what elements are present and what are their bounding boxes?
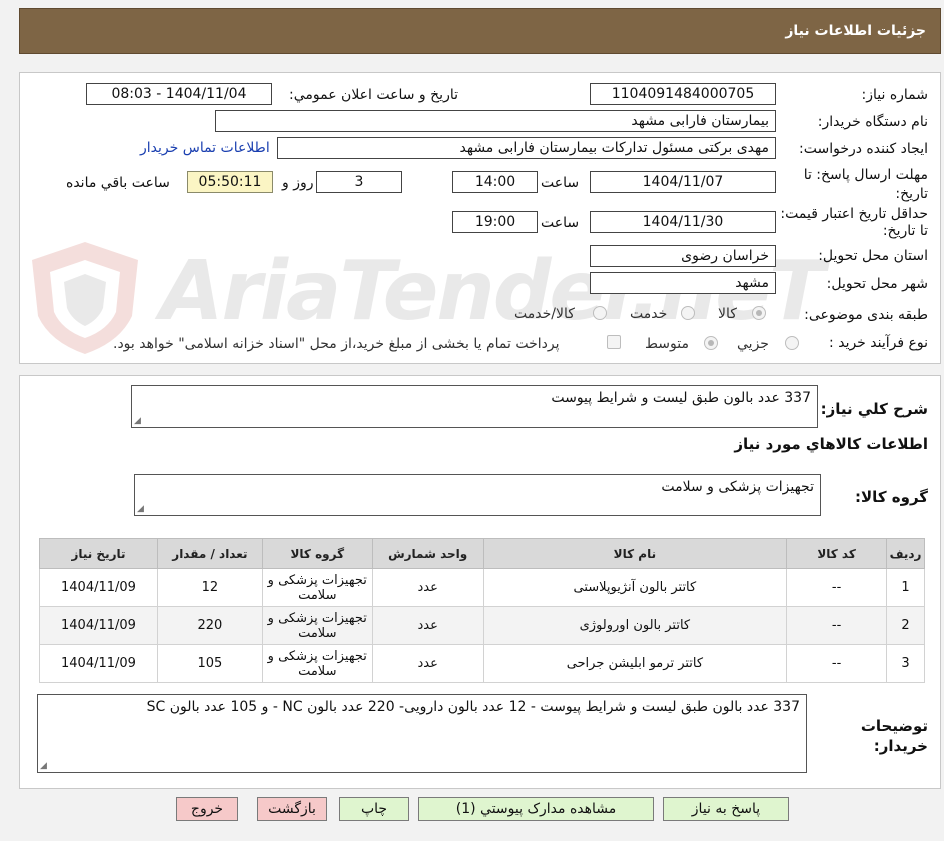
- deadline-date-field: 1404/11/07: [590, 171, 776, 193]
- province-label: استان محل تحویل:: [818, 248, 928, 264]
- cell-row-number: 2: [886, 606, 925, 645]
- view-attachments-button[interactable]: مشاهده مدارک پیوستي (1): [418, 797, 654, 821]
- print-button[interactable]: چاپ: [339, 797, 409, 821]
- validity-time-field: 19:00: [452, 211, 538, 233]
- deadline-time-label: ساعت: [541, 175, 580, 191]
- treasury-payment-checkbox[interactable]: [607, 335, 621, 349]
- reply-to-need-button[interactable]: پاسخ به نیاز: [663, 797, 789, 821]
- cell-quantity: 220: [156, 606, 263, 645]
- buyer-org-field: بیمارستان فارابی مشهد: [215, 110, 776, 132]
- column-header-quantity: تعداد / مقدار: [156, 538, 263, 569]
- cell-item-name: کاتتر ترمو ابلیشن جراحی: [482, 644, 788, 683]
- process-type-label: نوع فرآیند خرید :: [829, 335, 928, 351]
- cell-quantity: 105: [156, 644, 263, 683]
- summary-textarea[interactable]: 337 عدد بالون طبق لیست و شرایط پیوست ◢: [131, 385, 818, 428]
- validity-time-label: ساعت: [541, 215, 580, 231]
- need-number-field: 1104091484000705: [590, 83, 776, 105]
- table-row: 3 -- کاتتر ترمو ابلیشن جراحی عدد تجهیزات…: [39, 644, 925, 683]
- goods-group-textarea[interactable]: تجهیزات پزشکی و سلامت ◢: [134, 474, 821, 516]
- cell-row-number: 1: [886, 568, 925, 607]
- goods-table: ردیف کد کالا نام کالا واحد شمارش گروه کا…: [39, 538, 925, 683]
- category-radio-goods[interactable]: [752, 306, 766, 320]
- city-label: شهر محل تحویل:: [826, 276, 928, 292]
- category-option-service: خدمت: [630, 306, 668, 322]
- category-radio-service[interactable]: [681, 306, 695, 320]
- cell-item-code: --: [786, 606, 888, 645]
- process-radio-medium[interactable]: [704, 336, 718, 350]
- column-header-row-number: ردیف: [886, 538, 925, 569]
- announce-datetime-field: 1404/11/04 - 08:03: [86, 83, 272, 105]
- validity-date-field: 1404/11/30: [590, 211, 776, 233]
- process-option-medium: متوسط: [645, 336, 689, 352]
- buyer-notes-text: 337 عدد بالون طبق لیست و شرایط پیوست - 1…: [146, 699, 800, 715]
- column-header-unit: واحد شمارش: [371, 538, 484, 569]
- treasury-payment-note: پرداخت تمام یا بخشی از مبلغ خرید،از محل …: [113, 336, 560, 352]
- column-header-group: گروه کالا: [261, 538, 373, 569]
- buyer-notes-textarea[interactable]: 337 عدد بالون طبق لیست و شرایط پیوست - 1…: [37, 694, 807, 773]
- cell-item-code: --: [786, 568, 888, 607]
- cell-group: تجهیزات پزشکی و سلامت: [261, 606, 373, 645]
- cell-group: تجهیزات پزشکی و سلامت: [261, 644, 373, 683]
- goods-group-text: تجهیزات پزشکی و سلامت: [661, 479, 814, 495]
- resize-grip-icon[interactable]: ◢: [40, 761, 47, 771]
- requester-label: ایجاد کننده درخواست:: [799, 141, 928, 157]
- buyer-org-label: نام دستگاه خریدار:: [817, 114, 928, 130]
- deadline-time-field: 14:00: [452, 171, 538, 193]
- resize-grip-icon[interactable]: ◢: [134, 416, 141, 426]
- deadline-label: مهلت ارسال پاسخ: تا تاریخ:: [803, 167, 928, 202]
- buyer-notes-label: توضیحات خریدار:: [860, 717, 928, 755]
- cell-item-name: کاتتر بالون آنژیوپلاستی: [482, 568, 788, 607]
- cell-group: تجهیزات پزشکی و سلامت: [261, 568, 373, 607]
- goods-section-title: اطلاعات کالاهاي مورد نیاز: [734, 435, 928, 453]
- cell-item-code: --: [786, 644, 888, 683]
- remaining-time-field: 05:50:11: [187, 171, 273, 193]
- cell-row-number: 3: [886, 644, 925, 683]
- cell-quantity: 12: [156, 568, 263, 607]
- resize-grip-icon[interactable]: ◢: [137, 504, 144, 514]
- goods-group-label: گروه کالا:: [855, 488, 928, 506]
- cell-need-date: 1404/11/09: [39, 606, 158, 645]
- days-label: روز و: [282, 175, 314, 191]
- cell-unit: عدد: [371, 568, 484, 607]
- cell-need-date: 1404/11/09: [39, 568, 158, 607]
- page-title: جزئیات اطلاعات نیاز: [785, 23, 926, 39]
- process-radio-minor[interactable]: [785, 336, 799, 350]
- table-row: 2 -- کاتتر بالون اورولوژی عدد تجهیزات پز…: [39, 606, 925, 645]
- cell-unit: عدد: [371, 644, 484, 683]
- summary-text: 337 عدد بالون طبق لیست و شرایط پیوست: [551, 390, 811, 406]
- cell-item-name: کاتتر بالون اورولوژی: [482, 606, 788, 645]
- buyer-contact-link[interactable]: اطلاعات تماس خریدار: [140, 140, 270, 156]
- validity-label: حداقل تاریخ اعتبار قیمت: تا تاریخ:: [780, 206, 928, 239]
- requester-field: مهدی برکتی مسئول تدارکات بیمارستان فاراب…: [277, 137, 776, 159]
- back-button[interactable]: بازگشت: [257, 797, 327, 821]
- column-header-item-code: کد کالا: [786, 538, 888, 569]
- exit-button[interactable]: خروج: [176, 797, 238, 821]
- table-header-row: ردیف کد کالا نام کالا واحد شمارش گروه کا…: [39, 538, 925, 569]
- column-header-need-date: تاریخ نیاز: [39, 538, 158, 569]
- cell-need-date: 1404/11/09: [39, 644, 158, 683]
- summary-label: شرح کلي نیاز:: [820, 400, 928, 418]
- category-radio-goods-service[interactable]: [593, 306, 607, 320]
- process-option-minor: جزیي: [737, 336, 769, 352]
- category-label: طبقه بندی موضوعی:: [804, 307, 928, 323]
- province-field: خراسان رضوی: [590, 245, 776, 267]
- cell-unit: عدد: [371, 606, 484, 645]
- announce-datetime-label: تاریخ و ساعت اعلان عمومي:: [289, 87, 458, 103]
- page-header: جزئیات اطلاعات نیاز: [19, 8, 941, 54]
- need-number-label: شماره نیاز:: [861, 87, 929, 103]
- table-row: 1 -- کاتتر بالون آنژیوپلاستی عدد تجهیزات…: [39, 568, 925, 607]
- category-option-goods-service: کالا/خدمت: [514, 306, 575, 322]
- category-option-goods: کالا: [718, 306, 737, 322]
- city-field: مشهد: [590, 272, 776, 294]
- column-header-item-name: نام کالا: [482, 538, 788, 569]
- remaining-time-label: ساعت باقي مانده: [66, 175, 170, 191]
- days-field: 3: [316, 171, 402, 193]
